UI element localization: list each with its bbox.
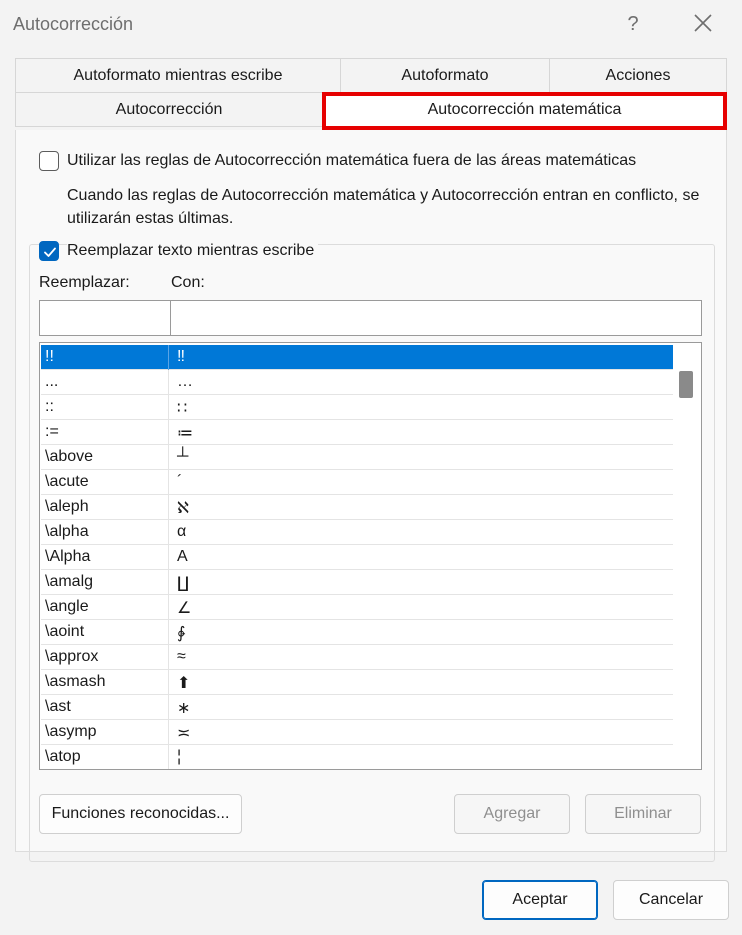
list-item[interactable]: \above ┴ (41, 445, 674, 470)
list-item-with: Α (177, 548, 188, 565)
ok-button[interactable]: Aceptar (482, 880, 598, 920)
close-icon (694, 14, 712, 32)
list-item[interactable]: \aoint ∳ (41, 620, 674, 645)
list-item-replace: \asmash (45, 673, 106, 690)
window-title: Autocorrección (13, 14, 134, 34)
list-item-replace: :: (45, 398, 54, 415)
recognized-functions-button[interactable]: Funciones reconocidas... (39, 794, 242, 834)
list-item-replace: \aleph (45, 498, 89, 515)
replace-as-you-type-checkbox[interactable] (39, 241, 59, 261)
list-item-with: ≔ (177, 425, 193, 442)
list-item-with: ∷ (177, 400, 188, 417)
tab-math-autocorrect[interactable]: Autocorrección matemática (322, 92, 727, 130)
checkmark-icon (44, 247, 56, 257)
title-bar: Autocorrección ? (0, 0, 742, 50)
list-item-replace: ... (45, 373, 59, 390)
use-outside-math-checkbox[interactable] (39, 151, 59, 171)
with-field-label: Con: (171, 274, 205, 291)
tab-strip: Autoformato mientras escribe Autoformato… (15, 58, 727, 130)
list-item[interactable]: \alpha α (41, 520, 674, 545)
list-item-with: ´ (177, 473, 183, 490)
list-item-with: ℵ (177, 500, 189, 517)
list-item-replace: \amalg (45, 573, 94, 590)
list-item[interactable]: \asymp ≍ (41, 720, 674, 745)
list-item[interactable]: !! ‼ (41, 345, 674, 370)
list-item[interactable]: := ≔ (41, 420, 674, 445)
tab-actions[interactable]: Acciones (549, 58, 727, 93)
list-item[interactable]: \aleph ℵ (41, 495, 674, 520)
help-button[interactable]: ? (620, 10, 646, 38)
use-outside-math-label[interactable]: Utilizar las reglas de Autocorrección ma… (67, 152, 636, 170)
list-item[interactable]: ... … (41, 370, 674, 395)
list-item-with: ¦ (177, 748, 182, 765)
list-item[interactable]: \approx ≈ (41, 645, 674, 670)
list-item-replace: \atop (45, 748, 81, 765)
with-input[interactable] (170, 300, 702, 336)
list-item-replace: \angle (45, 598, 89, 615)
tab-autoformat-as-you-type[interactable]: Autoformato mientras escribe (15, 58, 341, 93)
list-item-with: α (177, 523, 187, 540)
list-item-with: ⬆ (177, 675, 191, 692)
list-item[interactable]: \amalg ∐ (41, 570, 674, 595)
replacement-list[interactable]: !! ‼ ... … :: ∷ := ≔ \above ┴ \acute ´ \aleph ℵ… (39, 342, 702, 770)
list-item-with: ┴ (177, 448, 189, 465)
list-item-with: ≍ (177, 725, 191, 742)
list-item-with: ‼ (177, 348, 185, 365)
add-button[interactable]: Agregar (454, 794, 570, 834)
list-item[interactable]: \angle ∠ (41, 595, 674, 620)
cancel-button[interactable]: Cancelar (613, 880, 729, 920)
list-scrollbar[interactable] (673, 343, 701, 769)
list-item-replace: \approx (45, 648, 99, 665)
tab-autocorrect[interactable]: Autocorrección (15, 92, 323, 127)
list-item-replace: \asymp (45, 723, 97, 740)
list-item-replace: \aoint (45, 623, 85, 640)
list-item-with: ∗ (177, 700, 191, 717)
list-item-with: ≈ (177, 648, 186, 665)
list-item-replace: !! (45, 348, 54, 365)
replace-input[interactable] (39, 300, 171, 336)
list-item-replace: \ast (45, 698, 71, 715)
list-item-replace: \Alpha (45, 548, 91, 565)
list-item-with: ∳ (177, 625, 186, 642)
list-scrollbar-thumb[interactable] (679, 371, 693, 398)
list-item[interactable]: \acute ´ (41, 470, 674, 495)
list-item[interactable]: \atop ¦ (41, 745, 674, 769)
list-item[interactable]: :: ∷ (41, 395, 674, 420)
list-item-with: … (177, 373, 193, 390)
replace-as-you-type-label[interactable]: Reemplazar texto mientras escribe (67, 242, 319, 260)
list-item[interactable]: \asmash ⬆ (41, 670, 674, 695)
close-button[interactable] (686, 8, 720, 40)
list-item-replace: \acute (45, 473, 89, 490)
list-item-replace: \alpha (45, 523, 89, 540)
list-item-replace: \above (45, 448, 94, 465)
list-item-with: ∐ (177, 575, 190, 592)
list-item[interactable]: \Alpha Α (41, 545, 674, 570)
replace-field-label: Reemplazar: (39, 274, 130, 291)
delete-button[interactable]: Eliminar (585, 794, 701, 834)
list-item[interactable]: \ast ∗ (41, 695, 674, 720)
list-item-with: ∠ (177, 600, 192, 617)
tab-autoformat[interactable]: Autoformato (340, 58, 550, 93)
list-item-replace: := (45, 423, 59, 440)
conflict-note: Cuando las reglas de Autocorrección mate… (67, 187, 700, 227)
